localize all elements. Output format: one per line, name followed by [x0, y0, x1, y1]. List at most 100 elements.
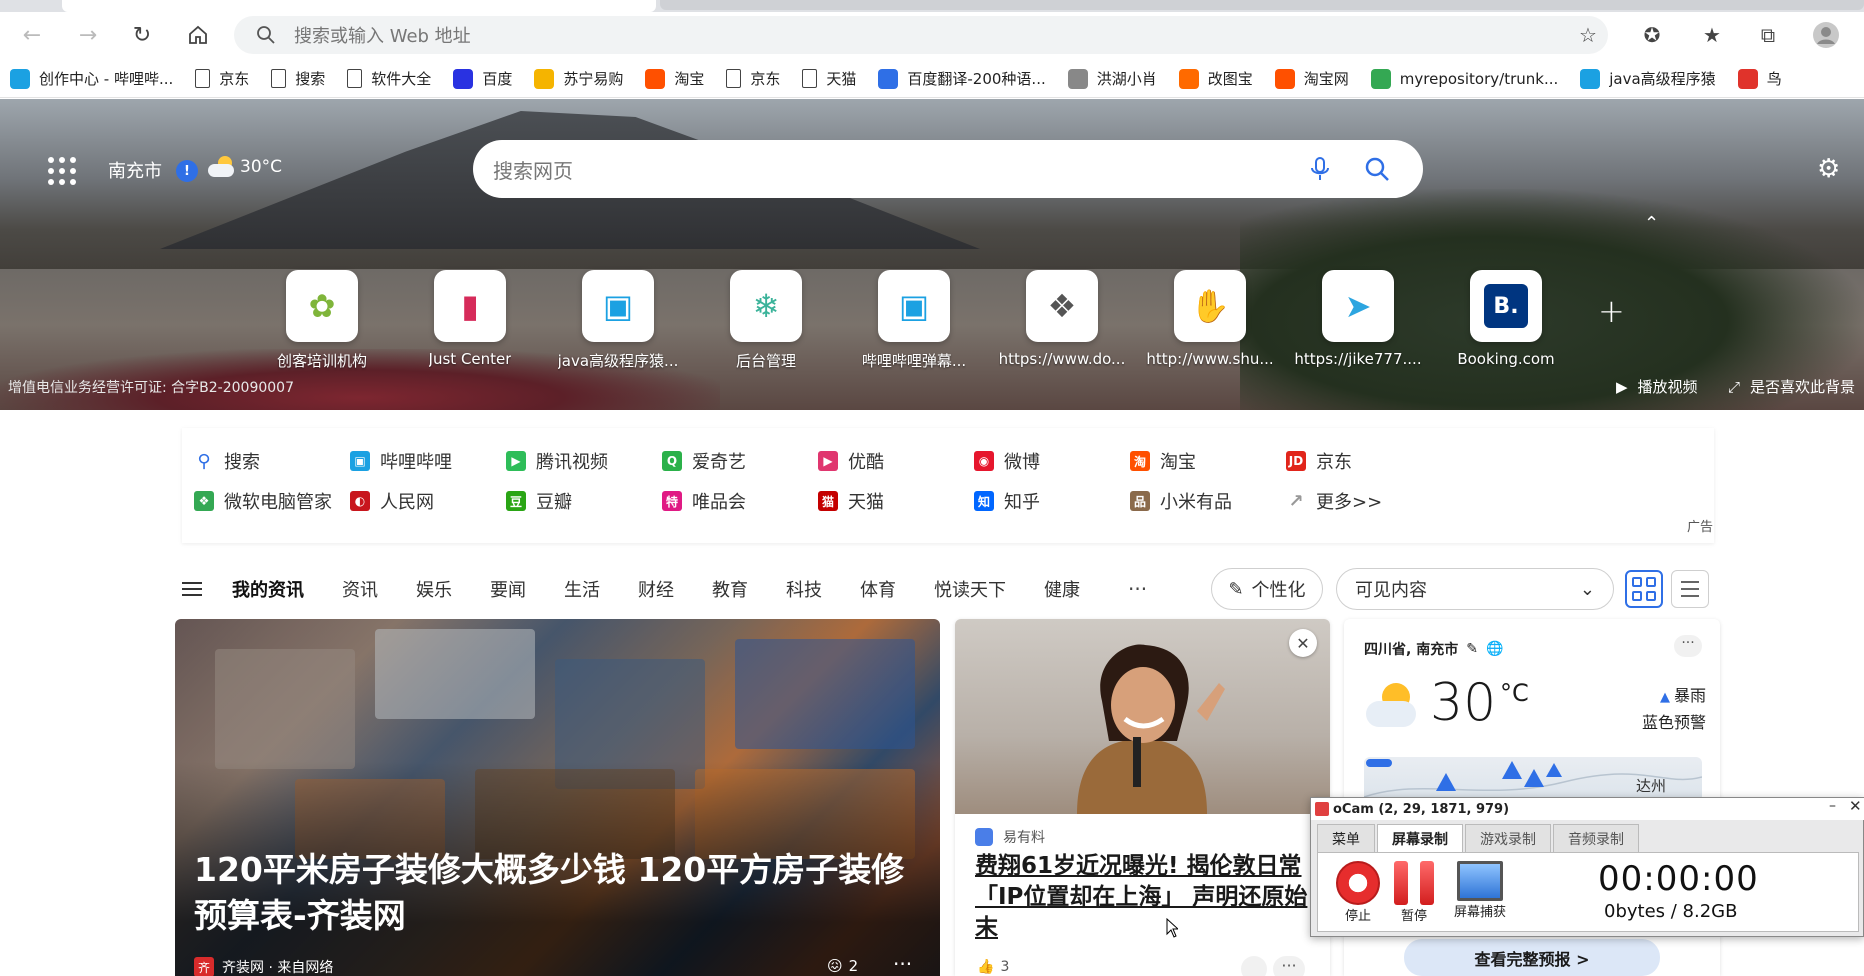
- news-title[interactable]: 费翔61岁近况曝光! 揭伦敦日常「IP位置却在上海」 声明还原始末: [975, 851, 1315, 944]
- globe-icon[interactable]: 🌐: [1486, 641, 1503, 657]
- more-options-icon[interactable]: ···: [1273, 956, 1305, 976]
- bookmark-item[interactable]: 淘宝网: [1274, 68, 1349, 89]
- bookmark-item[interactable]: 洪湖小肖: [1067, 68, 1157, 89]
- news-card-large[interactable]: 120平米房子装修大概多少钱 120平方房子装修预算表-齐装网 齐 齐装网 · …: [175, 619, 940, 976]
- site-link[interactable]: ▣ 哔哩哔哩: [350, 448, 452, 474]
- search-icon[interactable]: [1363, 155, 1391, 183]
- reaction-button[interactable]: 😖 2: [827, 957, 858, 975]
- play-video-button[interactable]: ▶ 播放视频: [1616, 376, 1698, 397]
- app-launcher-icon[interactable]: [48, 157, 76, 185]
- news-source[interactable]: 齐 齐装网 · 来自网络: [194, 957, 333, 976]
- ocam-tab[interactable]: 菜单: [1317, 824, 1375, 852]
- forward-icon[interactable]: →: [70, 17, 106, 53]
- list-view-icon[interactable]: [1671, 570, 1709, 608]
- address-bar[interactable]: 搜索或输入 Web 地址: [234, 16, 1608, 54]
- weather-warning-icon[interactable]: !: [176, 160, 198, 182]
- quick-link-tile[interactable]: ▣ 哔哩哔哩弹幕...: [840, 270, 988, 371]
- bookmark-item[interactable]: 淘宝: [645, 68, 704, 89]
- collapse-chevron-icon[interactable]: ⌃: [1644, 213, 1659, 234]
- bookmark-item[interactable]: 软件大全: [347, 68, 431, 89]
- back-icon[interactable]: ←: [14, 17, 50, 53]
- close-icon[interactable]: ✕: [1849, 797, 1862, 815]
- bookmark-item[interactable]: 京东: [726, 68, 780, 89]
- ocam-tab[interactable]: 屏幕录制: [1377, 824, 1463, 852]
- site-link[interactable]: 豆豆瓣: [506, 488, 572, 514]
- ocam-tab[interactable]: 游戏录制: [1465, 824, 1551, 852]
- refresh-icon[interactable]: ↻: [124, 17, 160, 53]
- city-name[interactable]: 南充市: [108, 157, 162, 183]
- feed-tab[interactable]: 我的资讯: [232, 576, 304, 602]
- quick-link-tile[interactable]: ➤ https://jike777....: [1284, 270, 1432, 371]
- quick-link-tile[interactable]: ▮ Just Center: [396, 270, 544, 371]
- site-link[interactable]: ◉ 微博: [974, 448, 1040, 474]
- site-link[interactable]: 知知乎: [974, 488, 1040, 514]
- pause-button[interactable]: 暂停: [1384, 861, 1444, 924]
- personalize-button[interactable]: ✎ 个性化: [1211, 568, 1323, 610]
- profile-avatar[interactable]: [1808, 17, 1844, 53]
- ocam-window[interactable]: oCam (2, 29, 1871, 979) – ✕ 菜单 屏幕录制 游戏录制 音频…: [1310, 797, 1864, 937]
- site-link[interactable]: ↗ 更多>>: [1286, 488, 1382, 514]
- quick-link-tile[interactable]: ✿ 创客培训机构: [248, 270, 396, 371]
- bookmark-icon[interactable]: [1241, 956, 1267, 976]
- news-source[interactable]: 易有料: [975, 827, 1045, 847]
- feed-tab[interactable]: 教育: [712, 576, 748, 602]
- grid-view-icon[interactable]: [1625, 570, 1663, 608]
- feed-tab[interactable]: 资讯: [342, 576, 378, 602]
- site-link[interactable]: 特唯品会: [662, 488, 746, 514]
- quick-link-tile[interactable]: B. Booking.com: [1432, 270, 1580, 371]
- collections-icon[interactable]: ⧉: [1750, 17, 1786, 53]
- bookmark-item[interactable]: java高级程序猿: [1580, 68, 1716, 89]
- bookmark-item[interactable]: 百度: [453, 68, 512, 89]
- bookmark-item[interactable]: myrepository/trunk...: [1370, 68, 1558, 89]
- active-tab[interactable]: [62, 0, 656, 12]
- site-link[interactable]: ▶ 优酷: [818, 448, 884, 474]
- screen-capture-button[interactable]: 屏幕捕获: [1440, 861, 1520, 920]
- favorites-icon[interactable]: ★: [1694, 17, 1730, 53]
- visible-content-select[interactable]: 可见内容 ⌄: [1336, 568, 1614, 610]
- bookmark-item[interactable]: 鸟: [1737, 68, 1782, 89]
- feed-tab[interactable]: 悦读天下: [934, 576, 1006, 602]
- feed-tab[interactable]: 科技: [786, 576, 822, 602]
- microphone-icon[interactable]: [1307, 156, 1333, 182]
- quick-link-tile[interactable]: ✋ http://www.shu...: [1136, 270, 1284, 371]
- site-link[interactable]: Q 爱奇艺: [662, 448, 746, 474]
- site-link[interactable]: JD 京东: [1286, 448, 1352, 474]
- bookmark-item[interactable]: 创作中心 - 哔哩哔...: [10, 68, 173, 89]
- bookmark-item[interactable]: 百度翻译-200种语...: [878, 68, 1046, 89]
- add-shortcut-icon[interactable]: +: [1598, 292, 1625, 330]
- more-tabs-icon[interactable]: ···: [1128, 577, 1147, 601]
- feed-tab[interactable]: 财经: [638, 576, 674, 602]
- extensions-icon[interactable]: ✪: [1634, 17, 1670, 53]
- ocam-tab[interactable]: 音频录制: [1553, 824, 1639, 852]
- weather-alert[interactable]: ▲ 暴雨 蓝色预警: [1642, 683, 1706, 735]
- site-link[interactable]: ◐ 人民网: [350, 488, 434, 514]
- minimize-icon[interactable]: –: [1829, 798, 1836, 814]
- bookmark-item[interactable]: 天猫: [802, 68, 856, 89]
- bookmark-item[interactable]: 改图宝: [1178, 68, 1253, 89]
- site-link[interactable]: 淘淘宝: [1130, 448, 1196, 474]
- license-text[interactable]: 增值电信业务经营许可证: 合字B2-20090007: [8, 377, 294, 397]
- like-background-button[interactable]: ⤢ 是否喜欢此背景: [1728, 376, 1855, 397]
- quick-link-tile[interactable]: ❖ https://www.do...: [988, 270, 1136, 371]
- site-link[interactable]: 猫天猫: [818, 488, 884, 514]
- bookmark-item[interactable]: 搜索: [271, 68, 325, 89]
- news-title[interactable]: 120平米房子装修大概多少钱 120平方房子装修预算表-齐装网: [194, 847, 924, 939]
- bookmark-item[interactable]: 苏宁易购: [534, 68, 623, 89]
- site-link[interactable]: 品小米有品: [1130, 488, 1232, 514]
- menu-icon[interactable]: [182, 582, 202, 596]
- weather-widget[interactable]: 30°C: [208, 156, 282, 178]
- weather-location[interactable]: 四川省, 南充市 ✎ 🌐: [1364, 639, 1503, 659]
- edit-icon[interactable]: ✎: [1466, 641, 1478, 657]
- feed-tab[interactable]: 体育: [860, 576, 896, 602]
- bookmark-item[interactable]: 京东: [195, 68, 249, 89]
- site-link[interactable]: ⚲ 搜索: [194, 448, 260, 474]
- favorite-add-icon[interactable]: ☆: [1570, 17, 1606, 53]
- site-link[interactable]: ❖ 微软电脑管家: [194, 488, 332, 514]
- like-button[interactable]: 👍 3: [977, 959, 1009, 975]
- feed-tab[interactable]: 生活: [564, 576, 600, 602]
- quick-link-tile[interactable]: ▣ java高级程序猿...: [544, 270, 692, 371]
- settings-gear-icon[interactable]: ⚙: [1817, 154, 1845, 184]
- site-link[interactable]: ▶ 腾讯视频: [506, 448, 608, 474]
- stop-button[interactable]: 停止: [1328, 861, 1388, 924]
- more-options-icon[interactable]: ···: [1674, 635, 1702, 657]
